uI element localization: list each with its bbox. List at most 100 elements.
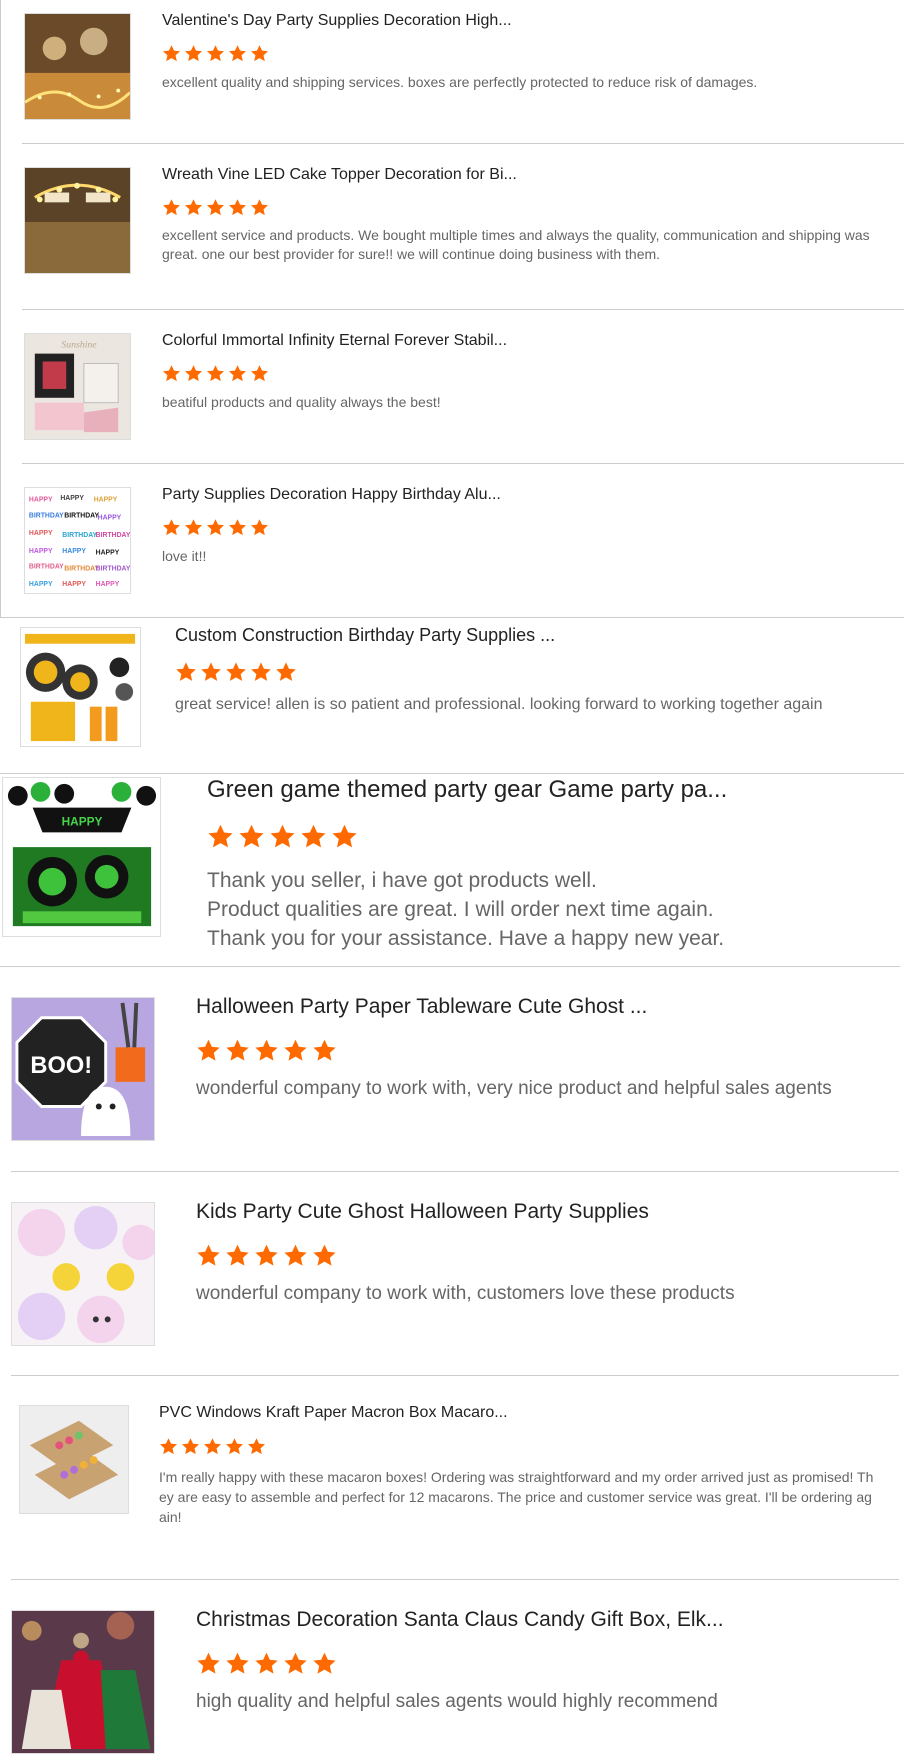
- star-icon: [208, 824, 233, 848]
- star-icon: [284, 1244, 307, 1266]
- star-icon: [313, 1039, 336, 1061]
- star-icon: [163, 45, 180, 62]
- product-image-birthday-balloons[interactable]: HAPPY HAPPY HAPPY BIRTHDAY BIRTHDAY HAPPY HA…: [24, 487, 131, 594]
- product-image-ghost-plates[interactable]: [11, 1202, 155, 1346]
- boo-image-text: BOO!: [30, 1053, 92, 1079]
- review-divider: [22, 143, 904, 144]
- star-icon: [201, 662, 221, 681]
- product-image-christmas-candy-box[interactable]: [11, 1610, 155, 1754]
- product-title[interactable]: Party Supplies Decoration Happy Birthday…: [162, 485, 722, 505]
- star-rating: [207, 823, 358, 850]
- star-rating: [196, 1038, 337, 1063]
- product-image-valentine[interactable]: [24, 13, 131, 120]
- star-icon: [185, 365, 202, 382]
- star-icon: [226, 662, 246, 681]
- star-rating: [196, 1651, 337, 1676]
- star-icon: [255, 1244, 278, 1266]
- star-icon: [207, 365, 224, 382]
- product-title[interactable]: Colorful Immortal Infinity Eternal Forev…: [162, 331, 722, 351]
- product-image-macaron-box[interactable]: [19, 1405, 129, 1514]
- star-icon: [248, 1438, 265, 1455]
- svg-text:BIRTHDAY: BIRTHDAY: [96, 565, 130, 572]
- star-icon: [301, 824, 326, 848]
- review-text: great service! allen is so patient and p…: [175, 696, 823, 713]
- star-icon: [182, 1438, 199, 1455]
- svg-text:HAPPY: HAPPY: [62, 581, 86, 588]
- svg-text:HAPPY: HAPPY: [94, 497, 118, 504]
- product-image-construction-party[interactable]: [20, 627, 141, 747]
- star-icon: [229, 519, 246, 536]
- star-icon: [185, 199, 202, 216]
- star-icon: [207, 45, 224, 62]
- review-text: love it!!: [162, 548, 207, 564]
- star-icon: [251, 199, 268, 216]
- star-icon: [229, 199, 246, 216]
- review-divider: [11, 1579, 899, 1580]
- review-text: wonderful company to work with, very nic…: [196, 1078, 832, 1099]
- review-divider: [11, 1375, 899, 1376]
- star-icon: [160, 1438, 177, 1455]
- star-icon: [255, 1039, 278, 1061]
- review-text: excellent quality and shipping services.…: [162, 74, 758, 90]
- left-border: [0, 0, 1, 617]
- product-title[interactable]: Christmas Decoration Santa Claus Candy G…: [196, 1607, 836, 1633]
- star-icon: [284, 1652, 307, 1674]
- star-icon: [176, 662, 196, 681]
- product-image-gift-box[interactable]: Sunshine: [24, 333, 131, 440]
- star-icon: [197, 1244, 220, 1266]
- svg-text:BIRTHDAY: BIRTHDAY: [62, 532, 97, 539]
- star-icon: [239, 824, 264, 848]
- product-title[interactable]: Halloween Party Paper Tableware Cute Gho…: [196, 994, 836, 1020]
- review-text: beatiful products and quality always the…: [162, 394, 441, 410]
- star-icon: [251, 45, 268, 62]
- product-title[interactable]: Green game themed party gear Game party …: [207, 775, 847, 805]
- svg-text:HAPPY: HAPPY: [29, 581, 53, 588]
- star-rating: [175, 661, 297, 683]
- svg-text:Sunshine: Sunshine: [61, 340, 97, 351]
- star-icon: [276, 662, 296, 681]
- svg-text:HAPPY: HAPPY: [29, 530, 53, 537]
- review-divider: [0, 773, 904, 774]
- star-icon: [226, 1652, 249, 1674]
- svg-text:BIRTHDAY: BIRTHDAY: [64, 565, 99, 572]
- star-icon: [163, 199, 180, 216]
- product-title[interactable]: Valentine's Day Party Supplies Decoratio…: [162, 11, 722, 31]
- product-image-cake-topper[interactable]: [24, 167, 131, 274]
- star-icon: [313, 1244, 336, 1266]
- star-icon: [207, 199, 224, 216]
- star-icon: [313, 1652, 336, 1674]
- star-icon: [185, 519, 202, 536]
- star-icon: [251, 519, 268, 536]
- star-icon: [229, 365, 246, 382]
- product-title[interactable]: Custom Construction Birthday Party Suppl…: [175, 624, 735, 646]
- svg-text:HAPPY: HAPPY: [62, 814, 103, 828]
- svg-text:BIRTHDAY: BIRTHDAY: [29, 563, 64, 570]
- product-title[interactable]: Wreath Vine LED Cake Topper Decoration f…: [162, 165, 722, 185]
- svg-text:HAPPY: HAPPY: [29, 497, 53, 504]
- star-icon: [185, 45, 202, 62]
- review-divider: [11, 1171, 899, 1172]
- review-text: wonderful company to work with, customer…: [196, 1283, 735, 1304]
- svg-text:HAPPY: HAPPY: [62, 548, 86, 555]
- product-image-green-game-party[interactable]: HAPPY: [2, 777, 161, 937]
- star-icon: [270, 824, 295, 848]
- svg-text:BIRTHDAY: BIRTHDAY: [64, 512, 99, 519]
- product-title[interactable]: PVC Windows Kraft Paper Macron Box Macar…: [159, 1403, 719, 1423]
- star-icon: [226, 1244, 249, 1266]
- svg-text:BIRTHDAY: BIRTHDAY: [96, 532, 130, 539]
- star-rating: [162, 44, 269, 63]
- review-text: Thank you seller, i have got products we…: [207, 869, 725, 950]
- product-title[interactable]: Kids Party Cute Ghost Halloween Party Su…: [196, 1199, 856, 1225]
- star-icon: [226, 1438, 243, 1455]
- star-icon: [332, 824, 357, 848]
- star-rating: [162, 364, 269, 383]
- star-icon: [197, 1652, 220, 1674]
- star-icon: [163, 365, 180, 382]
- star-icon: [226, 1039, 249, 1061]
- product-image-boo-tableware[interactable]: BOO!: [11, 997, 155, 1141]
- star-icon: [197, 1039, 220, 1061]
- review-divider: [22, 463, 904, 464]
- star-icon: [204, 1438, 221, 1455]
- star-icon: [163, 519, 180, 536]
- review-text: high quality and helpful sales agents wo…: [196, 1691, 718, 1712]
